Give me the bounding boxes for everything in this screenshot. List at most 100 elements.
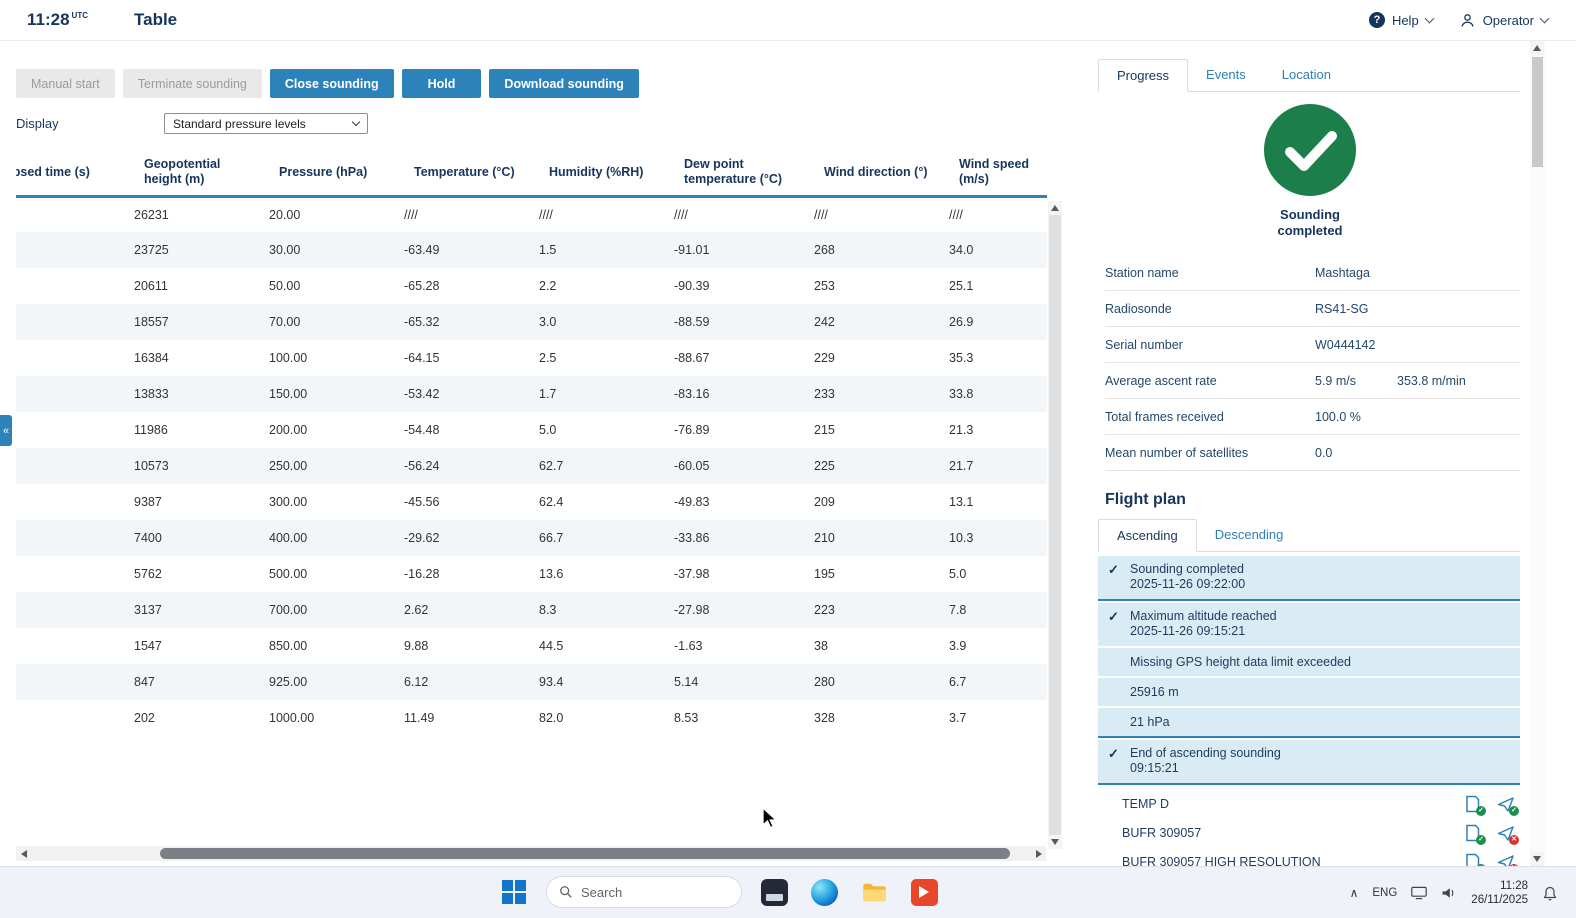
scroll-down-icon[interactable] <box>1530 852 1544 866</box>
check-icon: ✓ <box>1108 562 1119 577</box>
scroll-left-icon[interactable] <box>16 846 31 861</box>
flight-plan-events: ✓ Sounding completed 2025-11-26 09:22:00… <box>1098 556 1520 785</box>
table-row[interactable]: 11986 200.00 -54.48 5.0 -76.89 215 21.3 <box>16 412 1047 448</box>
app-dark-window-icon[interactable] <box>756 874 792 910</box>
table-row[interactable]: 847 925.00 6.12 93.4 5.14 280 6.7 <box>16 664 1047 700</box>
page-title: Table <box>134 10 178 29</box>
download-sounding-button[interactable]: Download sounding <box>489 69 639 98</box>
sounding-app-icon[interactable] <box>906 874 942 910</box>
info-label: Serial number <box>1105 337 1183 352</box>
scroll-up-icon[interactable] <box>1530 41 1544 55</box>
search-icon <box>560 886 572 898</box>
info-value: 5.9 m/s <box>1315 373 1356 388</box>
table-row[interactable]: 13833 150.00 -53.42 1.7 -83.16 233 33.8 <box>16 376 1047 412</box>
chevron-down-icon <box>1424 13 1435 24</box>
scroll-down-icon[interactable] <box>1048 835 1062 849</box>
help-button[interactable]: ? Help <box>1368 12 1435 28</box>
table-vertical-scrollbar[interactable] <box>1048 201 1062 849</box>
terminate-sounding-button[interactable]: Terminate sounding <box>122 69 262 98</box>
edge-browser-icon[interactable] <box>806 874 842 910</box>
scroll-right-icon[interactable] <box>1031 846 1046 861</box>
chevron-left-icon: « <box>2 424 10 437</box>
message-send-icon[interactable]: ✕ <box>1496 852 1519 866</box>
display-icon[interactable] <box>1411 886 1428 900</box>
message-report-icon[interactable]: ✓ <box>1463 794 1486 816</box>
event-title: End of ascending sounding <box>1130 746 1281 760</box>
v-scroll-thumb[interactable] <box>1049 215 1061 835</box>
event-time: 2025-11-26 09:15:21 <box>1130 624 1246 638</box>
hold-button[interactable]: Hold <box>401 69 482 98</box>
message-report-icon[interactable]: ✓ <box>1463 852 1486 866</box>
table-row[interactable]: 16384 100.00 -64.15 2.5 -88.67 229 35.3 <box>16 340 1047 376</box>
info-row: Radiosonde RS41-SG <box>1105 291 1520 327</box>
table-row[interactable]: 5762 500.00 -16.28 13.6 -37.98 195 5.0 <box>16 556 1047 592</box>
data-table-container: Elapsed time (s)Geopotential height (m)P… <box>16 150 1048 736</box>
windows-icon <box>502 880 526 904</box>
table-row[interactable]: 26231 20.00//////////////////// <box>16 196 1047 232</box>
volume-icon[interactable] <box>1441 886 1457 900</box>
taskbar-search-input[interactable]: Search <box>546 876 742 908</box>
scroll-up-icon[interactable] <box>1048 201 1062 215</box>
table-body: 26231 20.00////////////////////23725 30.00… <box>16 196 1047 736</box>
info-row: Average ascent rate 5.9 m/s 353.8 m/min <box>1105 363 1520 399</box>
status-text: Sounding completed <box>1277 207 1343 238</box>
display-level-select[interactable]: Standard pressure levels <box>164 113 368 134</box>
language-indicator[interactable]: ENG <box>1372 887 1397 899</box>
message-send-icon[interactable]: ✓ <box>1496 794 1519 816</box>
notification-bell-icon[interactable] <box>1542 885 1558 902</box>
flight-plan-tabs: Ascending Descending <box>1098 519 1520 552</box>
tab-events[interactable]: Events <box>1188 59 1264 91</box>
file-explorer-icon[interactable] <box>856 874 892 910</box>
info-label: Mean number of satellites <box>1105 445 1249 460</box>
table-header-row: Elapsed time (s)Geopotential height (m)P… <box>16 150 1047 198</box>
event-title: Sounding completed <box>1130 562 1244 576</box>
event-time: 09:15:21 <box>1130 761 1179 775</box>
collapse-panel-button[interactable]: « <box>0 415 12 446</box>
table-row[interactable]: 18557 70.00 -65.32 3.0 -88.59 242 26.9 <box>16 304 1047 340</box>
column-header: Wind speed (m/s) <box>937 150 1047 198</box>
event-time: 2025-11-26 09:22:00 <box>1130 577 1246 591</box>
taskbar-clock[interactable]: 11:28 26/11/2025 <box>1471 879 1528 907</box>
info-label: Average ascent rate <box>1105 373 1217 388</box>
info-label: Station name <box>1105 265 1179 280</box>
operator-menu-button[interactable]: Operator <box>1459 12 1550 29</box>
table-row[interactable]: 9387 300.00 -45.56 62.4 -49.83 209 13.1 <box>16 484 1047 520</box>
sounding-table-area: Manual start Terminate sounding Close so… <box>0 41 1075 866</box>
message-label: TEMP D <box>1122 796 1169 811</box>
tray-expand-icon[interactable]: ∧ <box>1350 886 1359 900</box>
table-row[interactable]: 7400 400.00 -29.62 66.7 -33.86 210 10.3 <box>16 520 1047 556</box>
event-detail: Missing GPS height data limit exceeded <box>1098 646 1520 676</box>
display-label: Display <box>16 116 59 131</box>
info-value: W0444142 <box>1315 337 1376 352</box>
tab-location[interactable]: Location <box>1264 59 1349 91</box>
h-scroll-thumb[interactable] <box>160 848 1010 859</box>
table-row[interactable]: 23725 30.00 -63.49 1.5 -91.01 268 34.0 <box>16 232 1047 268</box>
table-row[interactable]: 1547 850.00 9.88 44.5 -1.63 38 3.9 <box>16 628 1047 664</box>
tab-ascending[interactable]: Ascending <box>1098 519 1197 552</box>
table-horizontal-scrollbar[interactable] <box>16 846 1046 861</box>
message-report-icon[interactable]: ✓ <box>1463 823 1486 845</box>
check-icon: ✓ <box>1108 609 1119 624</box>
table-row[interactable]: 10573 250.00 -56.24 62.7 -60.05 225 21.7 <box>16 448 1047 484</box>
message-row: BUFR 309057 HIGH RESOLUTION ✓ ✕ <box>1098 847 1520 866</box>
info-label: Radiosonde <box>1105 301 1172 316</box>
tab-descending[interactable]: Descending <box>1197 519 1302 551</box>
window-scroll-thumb[interactable] <box>1532 57 1543 167</box>
table-row[interactable]: 20611 50.00 -65.28 2.2 -90.39 253 25.1 <box>16 268 1047 304</box>
tab-progress[interactable]: Progress <box>1098 59 1189 92</box>
column-header: Geopotential height (m) <box>122 150 257 198</box>
message-row: BUFR 309057 ✓ ✕ <box>1098 818 1520 847</box>
table-row[interactable]: 3137 700.00 2.62 8.3 -27.98 223 7.8 <box>16 592 1047 628</box>
flight-plan-title: Flight plan <box>1105 491 1186 508</box>
table-row[interactable]: 202 1000.00 11.49 82.0 8.53 328 3.7 <box>16 700 1047 736</box>
manual-start-button[interactable]: Manual start <box>16 69 115 98</box>
info-value: 100.0 % <box>1315 409 1361 424</box>
close-sounding-button[interactable]: Close sounding <box>269 69 394 98</box>
message-list: TEMP D ✓ ✓ BUFR 309057 ✓ ✕ BUFR 309057 H… <box>1098 789 1520 866</box>
start-button[interactable] <box>496 874 532 910</box>
info-value: RS41-SG <box>1315 301 1369 316</box>
message-send-icon[interactable]: ✕ <box>1496 823 1519 845</box>
info-label: Total frames received <box>1105 409 1224 424</box>
event-title: Maximum altitude reached <box>1130 609 1277 623</box>
window-scrollbar[interactable] <box>1530 41 1545 866</box>
